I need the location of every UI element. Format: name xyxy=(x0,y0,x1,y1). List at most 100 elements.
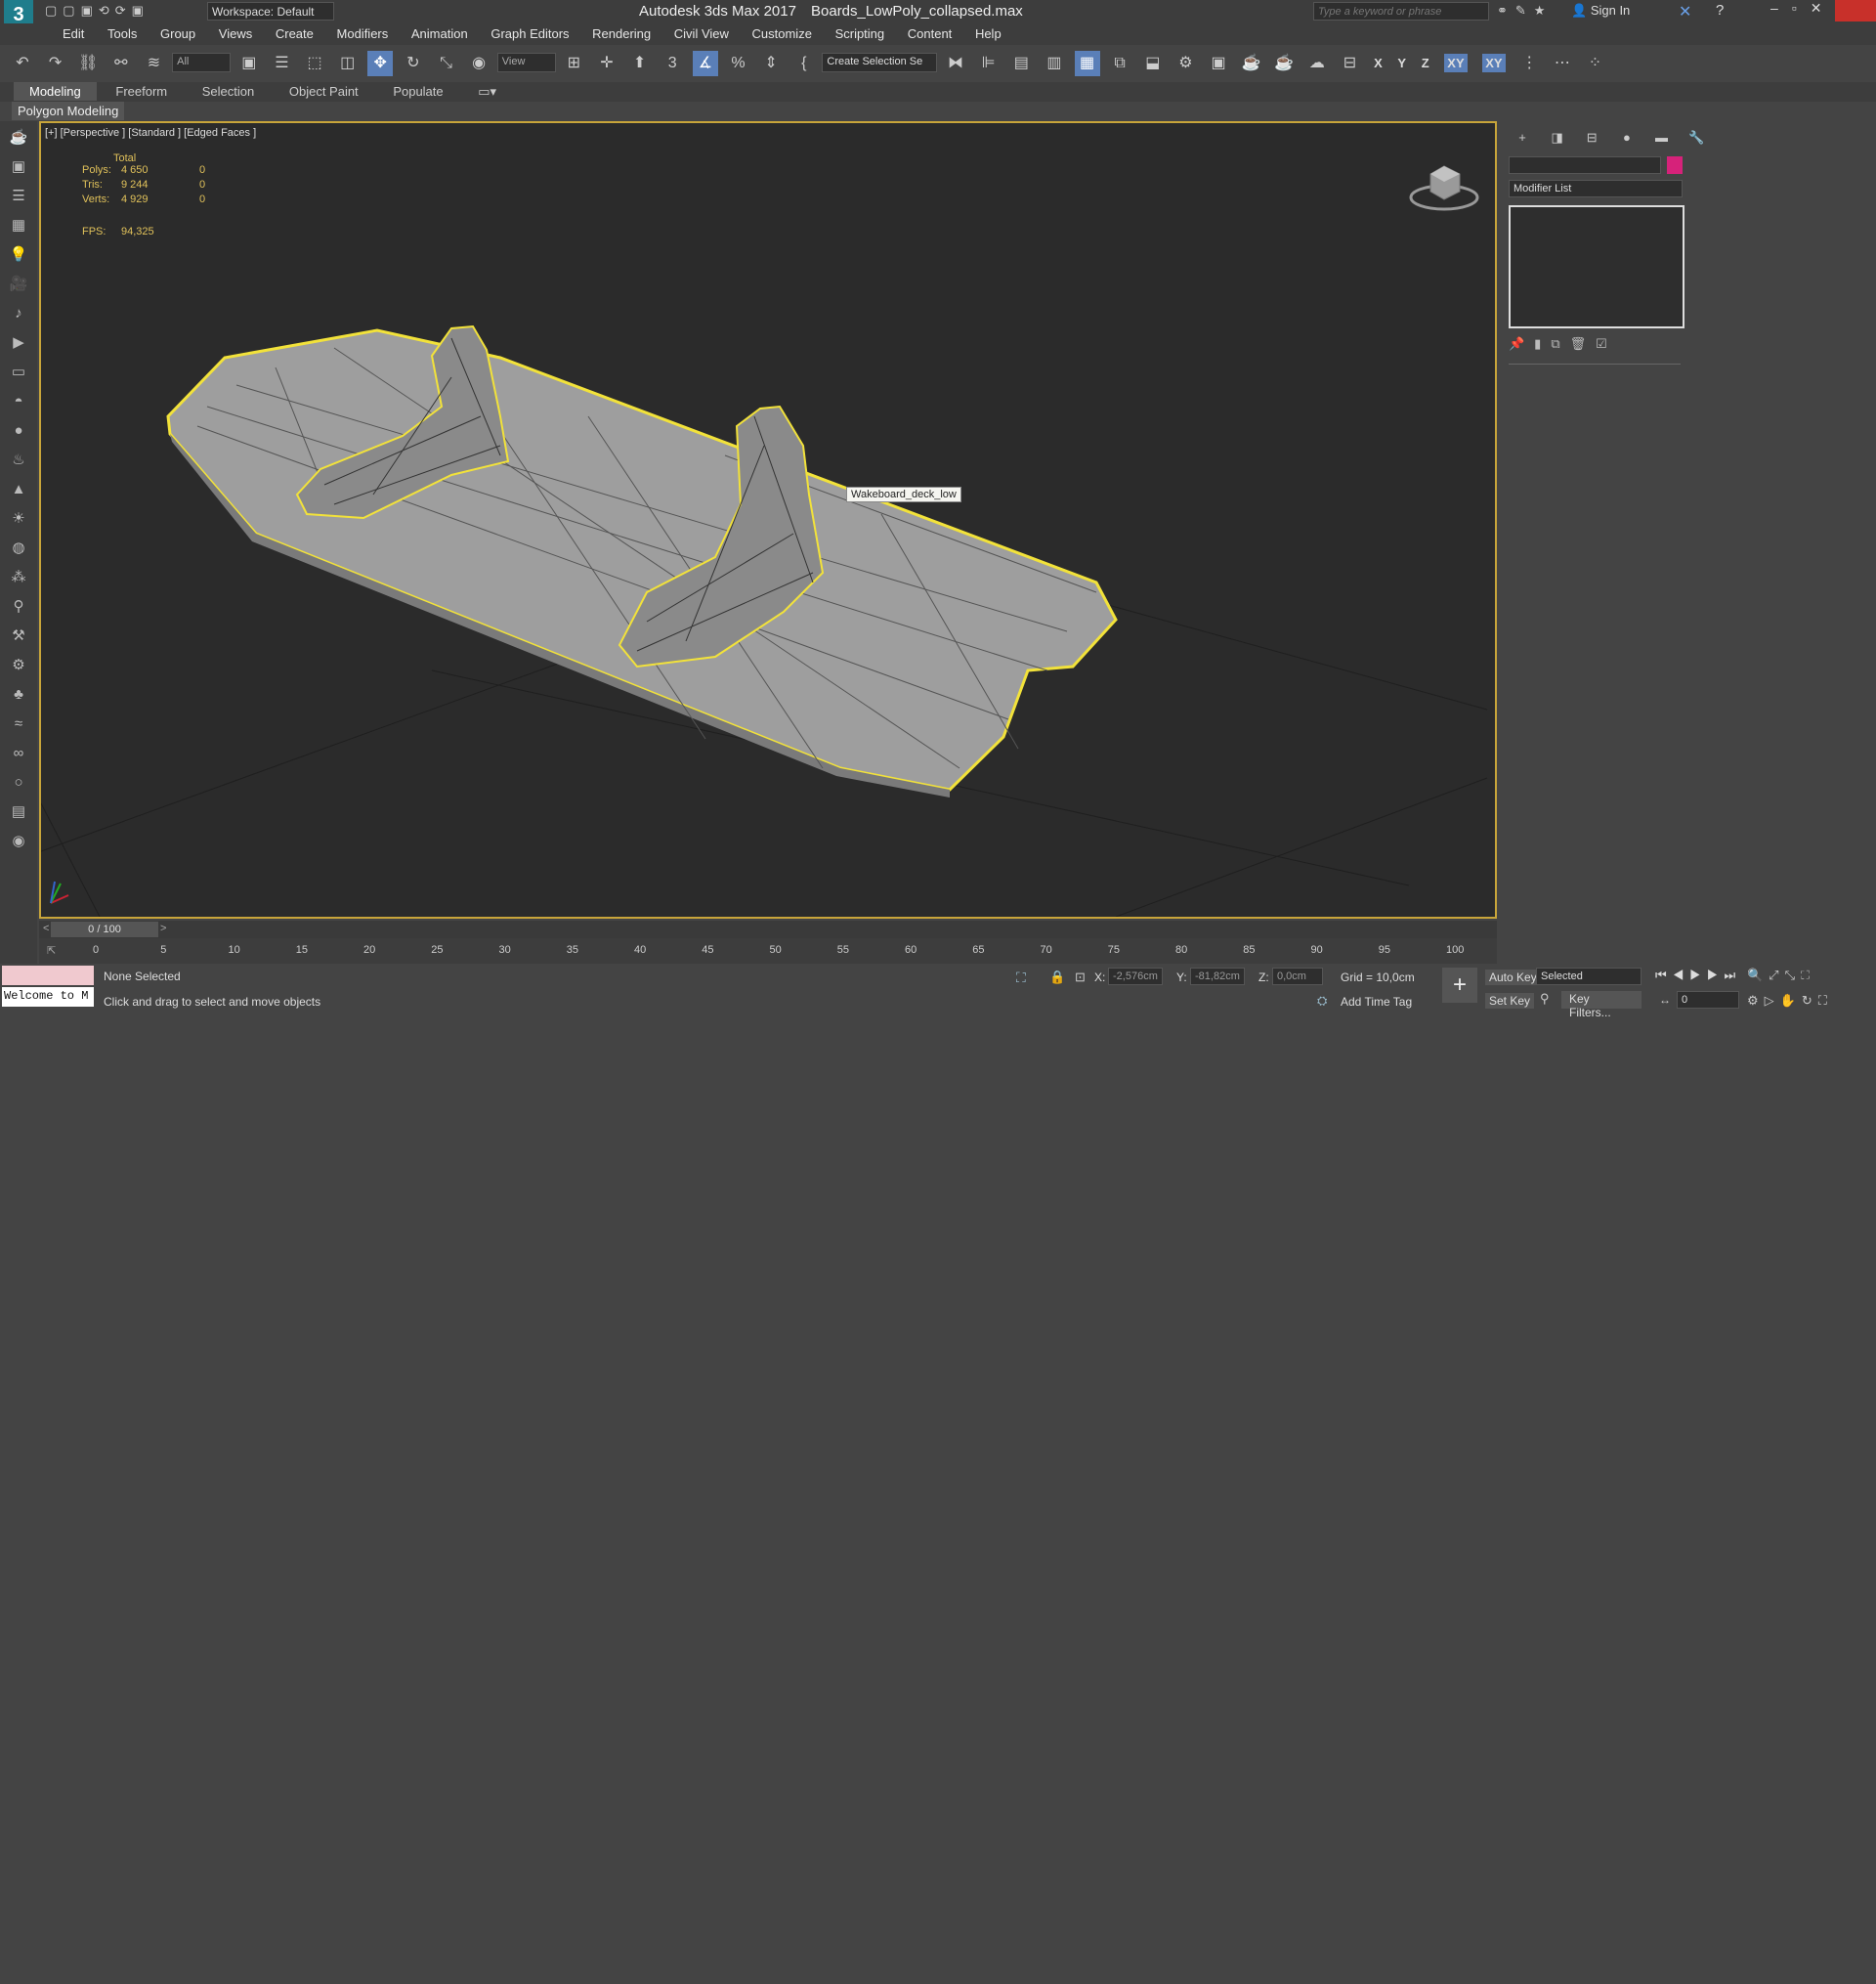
hierarchy-tab-icon[interactable]: ⊟ xyxy=(1578,127,1605,149)
select-by-name-icon[interactable]: ☰ xyxy=(269,51,294,76)
help-icon[interactable]: ? xyxy=(1716,2,1724,19)
menu-customize[interactable]: Customize xyxy=(743,23,822,44)
spinner-snap-icon[interactable]: ⇕ xyxy=(758,51,784,76)
create-tab-icon[interactable]: + xyxy=(1509,127,1536,149)
render-iterative-icon[interactable]: ☕ xyxy=(1271,51,1297,76)
search-input[interactable] xyxy=(1313,2,1489,21)
close-window-button[interactable] xyxy=(1835,0,1876,22)
render-setup-icon[interactable]: ⚙ xyxy=(1172,51,1198,76)
link-icon[interactable]: ⛓ xyxy=(75,51,101,76)
x-coordinate-field[interactable]: -2,576cm xyxy=(1108,968,1163,985)
window-controls[interactable]: –▫✕ xyxy=(1770,0,1835,17)
key-filters-button[interactable]: Key Filters... xyxy=(1561,991,1642,1019)
keyboard-shortcut-icon[interactable]: ⬆ xyxy=(627,51,653,76)
menu-tools[interactable]: Tools xyxy=(98,23,147,44)
menu-edit[interactable]: Edit xyxy=(53,23,94,44)
menu-content[interactable]: Content xyxy=(898,23,962,44)
gear-icon[interactable]: ⚙ xyxy=(4,653,33,678)
move-icon[interactable]: ✥ xyxy=(367,51,394,76)
pot-icon[interactable]: ♨ xyxy=(4,448,33,473)
set-key-button[interactable]: Set Key xyxy=(1485,993,1535,1009)
axis-z-button[interactable]: Z xyxy=(1422,56,1429,70)
playback-controls[interactable]: ⏮◀▶▶⏭ xyxy=(1655,968,1741,983)
ribbon-tab-populate[interactable]: Populate xyxy=(377,82,458,101)
isolate-icon[interactable]: ⛶ xyxy=(1016,970,1026,986)
track-bar[interactable]: ⇱ 0 5 10 15 20 25 30 35 40 45 50 55 60 65 70 75 80 85 90 95… xyxy=(39,940,1497,964)
menu-views[interactable]: Views xyxy=(209,23,262,44)
ribbon-tab-object-paint[interactable]: Object Paint xyxy=(274,82,374,101)
rotate-icon[interactable]: ↻ xyxy=(401,51,426,76)
search-tools-icons[interactable]: ⚭✎★ xyxy=(1497,3,1553,19)
ribbon-tab-freeform[interactable]: Freeform xyxy=(100,82,183,101)
percent-snap-icon[interactable]: % xyxy=(726,51,751,76)
bind-spacewarp-icon[interactable]: ≋ xyxy=(142,51,167,76)
particles-icon[interactable]: ⁂ xyxy=(4,565,33,590)
polygon-modeling-panel[interactable]: Polygon Modeling xyxy=(12,102,125,120)
redo-icon[interactable]: ↷ xyxy=(43,51,68,76)
viewport-nav-controls[interactable]: 🔍⤢⤡⛶ xyxy=(1747,968,1815,983)
key-mode-toggle-icon[interactable]: ↔ xyxy=(1659,993,1671,1007)
scale-icon[interactable]: ⤡ xyxy=(434,51,459,76)
ribbon-options-icon[interactable]: ▭▾ xyxy=(462,82,512,102)
render-production-icon[interactable]: ☕ xyxy=(1239,51,1264,76)
cone-icon[interactable]: ▲ xyxy=(4,477,33,502)
script-listener-output[interactable]: Welcome to M xyxy=(2,987,94,1007)
set-key-big-icon[interactable]: + xyxy=(1442,968,1477,1003)
quick-access-icons[interactable]: ▢▢▣⟲⟳▣ xyxy=(45,3,149,19)
wakeboard-mesh[interactable] xyxy=(166,324,1118,798)
key-mode-select[interactable]: Selected xyxy=(1536,968,1642,985)
video-icon[interactable]: ▶ xyxy=(4,330,33,356)
display-tab-icon[interactable]: ▬ xyxy=(1648,127,1676,149)
object-color-swatch[interactable] xyxy=(1667,156,1683,174)
time-slider-prev-icon[interactable]: < xyxy=(43,923,49,934)
object-name-field[interactable] xyxy=(1509,156,1661,174)
time-slider-frame[interactable]: 0 / 100 xyxy=(51,922,158,937)
disc-icon[interactable]: ◍ xyxy=(4,536,33,561)
maxscript-mini-listener[interactable] xyxy=(2,966,94,985)
material-editor-icon[interactable]: ⬓ xyxy=(1140,51,1166,76)
stack-tools-icons[interactable]: 📌▮⧉🗑☑ xyxy=(1509,336,1617,352)
sun-icon[interactable]: ☀ xyxy=(4,506,33,532)
bone-icon[interactable]: ⚒ xyxy=(4,624,33,649)
sound-icon[interactable]: ♪ xyxy=(4,301,33,326)
grid-snap-icon[interactable]: ⋮ xyxy=(1516,51,1542,76)
selection-set-select[interactable]: Create Selection Se xyxy=(822,53,938,72)
exchange-icon[interactable]: ✕ xyxy=(1679,2,1691,22)
snapshot-icon[interactable]: ⁘ xyxy=(1582,51,1607,76)
dome-icon[interactable]: ◓ xyxy=(4,389,33,414)
key-filter-icon[interactable]: ⚲ xyxy=(1540,991,1550,1007)
axis-y-button[interactable]: Y xyxy=(1397,56,1406,70)
sphere-icon[interactable]: ● xyxy=(4,418,33,444)
utilities-tab-icon[interactable]: 🔧 xyxy=(1683,127,1710,149)
axis-xy-toggle-button[interactable]: XY xyxy=(1482,54,1506,72)
lock-selection-icon[interactable]: 🔒 xyxy=(1049,970,1065,985)
modify-tab-icon[interactable]: ◨ xyxy=(1544,127,1571,149)
curve-editor-icon[interactable]: ▦ xyxy=(1074,51,1100,76)
modifier-list-select[interactable]: Modifier List xyxy=(1509,180,1683,197)
ribbon-toggle-icon[interactable]: ▥ xyxy=(1042,51,1067,76)
viewport-icon[interactable]: ▣ xyxy=(4,154,33,180)
menu-civil-view[interactable]: Civil View xyxy=(664,23,739,44)
y-coordinate-field[interactable]: -81,82cm xyxy=(1190,968,1245,985)
list-icon[interactable]: ☰ xyxy=(4,184,33,209)
array-icon[interactable]: ⋯ xyxy=(1550,51,1575,76)
script-icon[interactable]: ▤ xyxy=(4,799,33,825)
reference-coord-select[interactable]: View xyxy=(496,53,556,72)
unlink-icon[interactable]: ⚯ xyxy=(108,51,134,76)
select-object-icon[interactable]: ▣ xyxy=(236,51,262,76)
angle-snap-icon[interactable]: ∡ xyxy=(692,51,718,76)
rendered-frame-icon[interactable]: ▣ xyxy=(1206,51,1231,76)
time-slider-next-icon[interactable]: > xyxy=(160,923,166,934)
axis-xy-button[interactable]: XY xyxy=(1444,54,1468,72)
undo-icon[interactable]: ↶ xyxy=(10,51,35,76)
render-cloud-icon[interactable]: ☁ xyxy=(1304,51,1330,76)
teapot-icon[interactable]: ☕ xyxy=(4,125,33,151)
menu-group[interactable]: Group xyxy=(150,23,205,44)
window-crossing-icon[interactable]: ◫ xyxy=(335,51,361,76)
layer-explorer-icon[interactable]: ▤ xyxy=(1008,51,1034,76)
perspective-viewport[interactable]: [+] [Perspective ] [Standard ] [Edged Fa… xyxy=(39,121,1497,919)
globe-icon[interactable]: ◉ xyxy=(4,829,33,854)
absolute-mode-icon[interactable]: ⊡ xyxy=(1075,970,1086,985)
align-icon[interactable]: ⊫ xyxy=(976,51,1002,76)
select-manipulate-icon[interactable]: ✛ xyxy=(594,51,619,76)
